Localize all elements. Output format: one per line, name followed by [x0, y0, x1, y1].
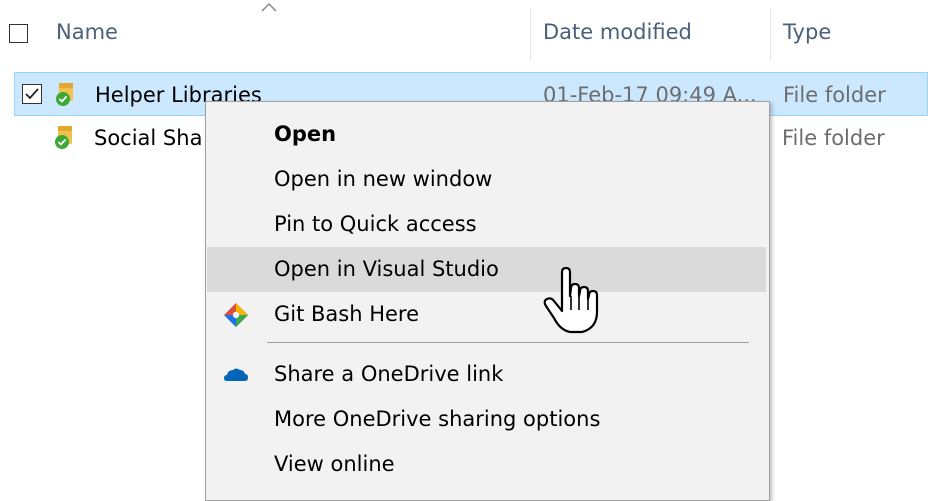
synced-folder-icon	[56, 83, 73, 106]
git-icon	[224, 303, 248, 327]
synced-folder-icon	[55, 126, 72, 149]
menu-item-label: View online	[274, 452, 395, 476]
menu-item-view-online[interactable]: View online	[207, 442, 766, 487]
menu-item-label: Pin to Quick access	[274, 212, 477, 236]
name-column-header[interactable]: Name	[56, 20, 118, 44]
context-menu: Open Open in new window Pin to Quick acc…	[205, 101, 770, 501]
menu-item-open-in-visual-studio[interactable]: Open in Visual Studio	[207, 247, 766, 292]
menu-separator	[267, 342, 749, 343]
column-header: Name Date modified Type	[0, 0, 928, 68]
row-type: File folder	[783, 83, 886, 107]
onedrive-icon	[224, 368, 248, 381]
menu-item-label: Git Bash Here	[274, 302, 420, 326]
menu-item-label: More OneDrive sharing options	[274, 407, 601, 431]
select-all-checkbox[interactable]	[9, 24, 28, 43]
menu-item-label: Open in Visual Studio	[274, 257, 499, 281]
sort-ascending-icon	[261, 2, 277, 12]
row-type: File folder	[782, 126, 885, 150]
menu-item-label: Open in new window	[274, 167, 493, 191]
hand-pointer-cursor-icon	[543, 266, 599, 334]
menu-item-share-onedrive-link[interactable]: Share a OneDrive link	[207, 352, 766, 397]
menu-item-more-onedrive-sharing-options[interactable]: More OneDrive sharing options	[207, 397, 766, 442]
menu-item-pin-to-quick-access[interactable]: Pin to Quick access	[207, 202, 766, 247]
menu-item-label: Share a OneDrive link	[274, 362, 504, 386]
checkmark-icon	[25, 88, 39, 100]
type-column-header[interactable]: Type	[783, 20, 831, 44]
menu-item-open[interactable]: Open	[207, 112, 766, 157]
row-name: Social Sha	[94, 126, 203, 150]
row-checkbox[interactable]	[22, 84, 42, 104]
menu-item-open-in-new-window[interactable]: Open in new window	[207, 157, 766, 202]
column-divider[interactable]	[530, 8, 531, 60]
menu-item-label: Open	[274, 122, 337, 146]
column-divider[interactable]	[770, 8, 771, 60]
date-modified-column-header[interactable]: Date modified	[543, 20, 692, 44]
menu-item-git-bash-here[interactable]: Git Bash Here	[207, 292, 766, 337]
